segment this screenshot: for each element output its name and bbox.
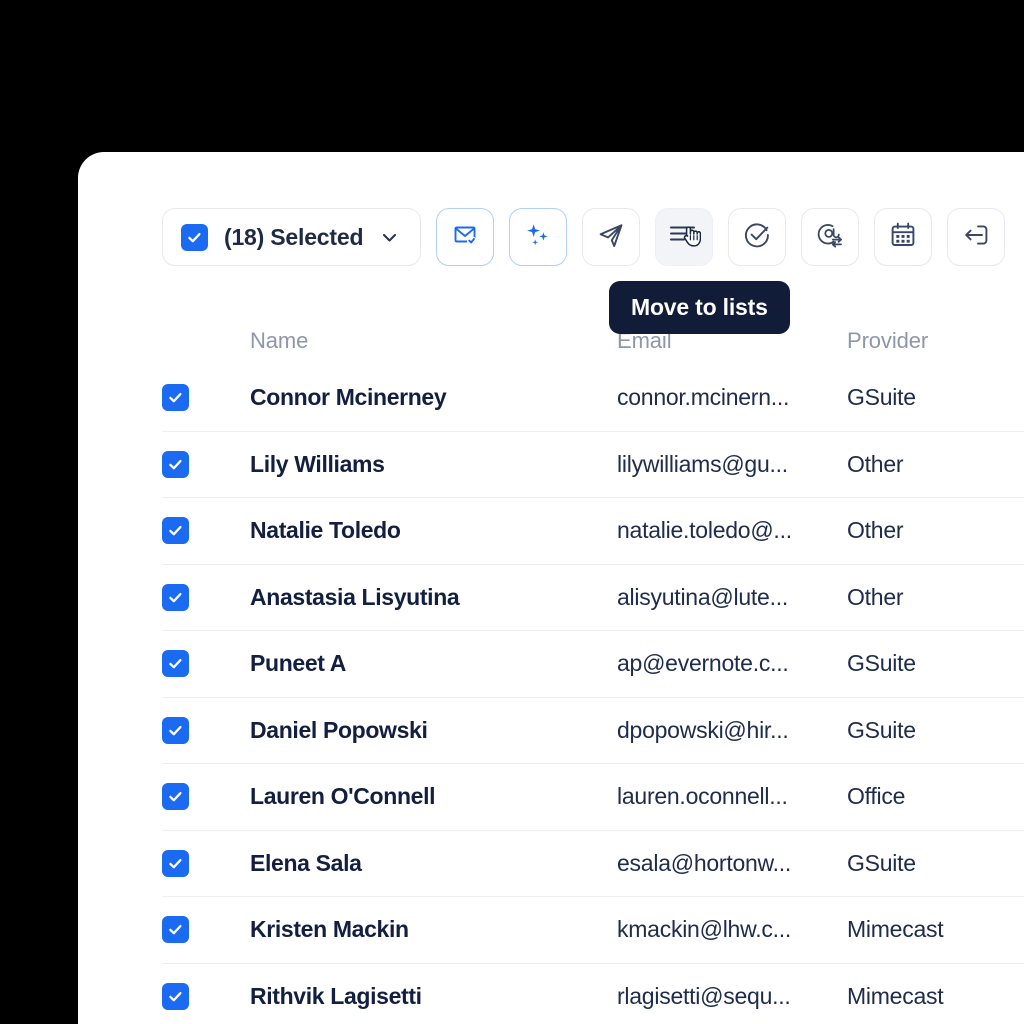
cell-name: Elena Sala: [250, 849, 362, 876]
row-checkbox[interactable]: [162, 783, 189, 811]
table-row[interactable]: Elena Sala esala@hortonw... GSuite: [162, 831, 1024, 897]
row-checkbox-cell[interactable]: [162, 450, 250, 478]
cell-provider: Mimecast: [847, 916, 944, 943]
send-email-button[interactable]: [582, 208, 641, 266]
cell-email: lilywilliams@gu...: [617, 450, 788, 477]
row-checkbox-cell[interactable]: [162, 583, 250, 611]
table-row[interactable]: Lily Williams lilywilliams@gu... Other: [162, 432, 1024, 498]
row-checkbox-cell[interactable]: [162, 650, 250, 678]
cell-provider: GSuite: [847, 716, 916, 743]
selection-dropdown[interactable]: (18) Selected: [162, 208, 422, 266]
mail-check-icon: [450, 220, 480, 255]
cell-name: Lauren O'Connell: [250, 783, 436, 810]
schedule-button[interactable]: [874, 208, 933, 266]
column-header-name[interactable]: Name: [250, 328, 617, 354]
logout-arrow-icon: [961, 220, 991, 255]
cell-email: rlagisetti@sequ...: [617, 982, 791, 1009]
cell-email: esala@hortonw...: [617, 849, 792, 876]
cell-email: natalie.toledo@...: [617, 517, 792, 544]
row-checkbox[interactable]: [162, 716, 189, 744]
table-row[interactable]: Rithvik Lagisetti rlagisetti@sequ... Mimec…: [162, 964, 1024, 1024]
table-row[interactable]: Puneet A ap@evernote.c... GSuite: [162, 631, 1024, 698]
cell-name: Lily Williams: [250, 450, 385, 477]
cell-name: Daniel Popowski: [250, 716, 428, 743]
bulk-actions-toolbar: (18) Selected: [162, 208, 1006, 266]
cell-email: connor.mcinern...: [617, 384, 790, 411]
row-checkbox-cell[interactable]: [162, 716, 250, 744]
screenshot-canvas: (18) Selected Name Email Provider Connor…: [0, 0, 1024, 1024]
row-checkbox[interactable]: [162, 384, 189, 412]
row-checkbox-cell[interactable]: [162, 849, 250, 877]
cell-provider: Other: [847, 517, 904, 544]
cell-provider: GSuite: [847, 849, 916, 876]
cell-email: lauren.oconnell...: [617, 783, 788, 810]
cell-name: Puneet A: [250, 650, 347, 677]
table-row[interactable]: Daniel Popowski dpopowski@hir... GSuite: [162, 698, 1024, 764]
selection-count-label: (18) Selected: [224, 223, 364, 250]
row-checkbox-cell[interactable]: [162, 783, 250, 811]
check-circle-icon: [742, 220, 772, 255]
table-row[interactable]: Lauren O'Connell lauren.oconnell... Office: [162, 764, 1024, 831]
row-checkbox-cell[interactable]: [162, 916, 250, 944]
change-domain-button[interactable]: [801, 208, 860, 266]
row-checkbox-cell[interactable]: [162, 517, 250, 545]
cell-name: Connor Mcinerney: [250, 384, 447, 411]
cell-email: dpopowski@hir...: [617, 716, 789, 743]
table-header-row: Name Email Provider: [162, 317, 1024, 365]
move-to-lists-button[interactable]: [655, 208, 714, 266]
calendar-icon: [888, 220, 918, 255]
cell-name: Kristen Mackin: [250, 916, 409, 943]
sparkles-icon: [523, 220, 553, 255]
table-row[interactable]: Natalie Toledo natalie.toledo@... Other: [162, 498, 1024, 565]
export-button[interactable]: [947, 208, 1006, 266]
table-row[interactable]: Kristen Mackin kmackin@lhw.c... Mimecast: [162, 897, 1024, 964]
cell-email: ap@evernote.c...: [617, 650, 789, 677]
list-cursor-icon: [667, 219, 702, 256]
ai-enrich-button[interactable]: [509, 208, 568, 266]
table-body: Connor Mcinerney connor.mcinern... GSuite L…: [162, 365, 1024, 1024]
contacts-card: (18) Selected Name Email Provider Connor…: [78, 152, 1024, 1024]
row-checkbox[interactable]: [162, 916, 189, 944]
cell-provider: GSuite: [847, 650, 916, 677]
row-checkbox[interactable]: [162, 583, 189, 611]
tooltip-move-to-lists: Move to lists: [609, 281, 790, 334]
cell-name: Natalie Toledo: [250, 517, 401, 544]
select-all-checkbox[interactable]: [181, 223, 208, 251]
table-row[interactable]: Anastasia Lisyutina alisyutina@lute... Oth…: [162, 565, 1024, 631]
verify-email-button[interactable]: [436, 208, 495, 266]
row-checkbox[interactable]: [162, 450, 189, 478]
row-checkbox[interactable]: [162, 517, 189, 545]
row-checkbox[interactable]: [162, 849, 189, 877]
row-checkbox[interactable]: [162, 982, 189, 1010]
cell-name: Anastasia Lisyutina: [250, 583, 460, 610]
cell-email: kmackin@lhw.c...: [617, 916, 792, 943]
row-checkbox[interactable]: [162, 650, 189, 678]
contacts-table: Name Email Provider Connor Mcinerney conn…: [162, 317, 1024, 1024]
cell-email: alisyutina@lute...: [617, 583, 788, 610]
row-checkbox-cell[interactable]: [162, 982, 250, 1010]
table-row[interactable]: Connor Mcinerney connor.mcinern... GSuite: [162, 365, 1024, 432]
cell-provider: Other: [847, 450, 904, 477]
mark-done-button[interactable]: [728, 208, 787, 266]
paper-plane-icon: [596, 220, 626, 255]
column-header-provider[interactable]: Provider: [847, 328, 1024, 354]
at-exchange-icon: [815, 220, 845, 255]
chevron-down-icon[interactable]: [379, 227, 400, 248]
row-checkbox-cell[interactable]: [162, 384, 250, 412]
cell-name: Rithvik Lagisetti: [250, 982, 422, 1009]
cell-provider: Office: [847, 783, 906, 810]
cell-provider: Other: [847, 583, 904, 610]
cell-provider: Mimecast: [847, 982, 944, 1009]
cell-provider: GSuite: [847, 384, 916, 411]
